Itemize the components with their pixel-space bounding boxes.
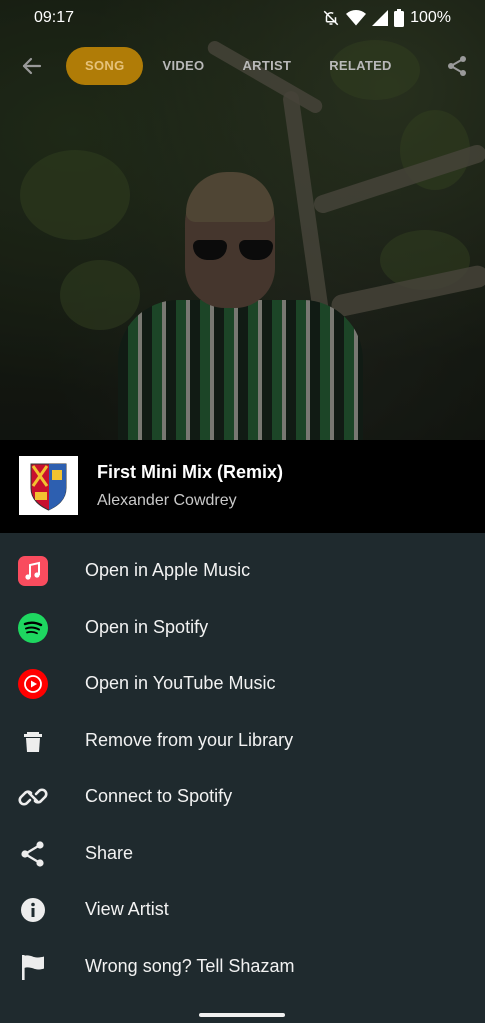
share-icon[interactable]	[445, 54, 469, 78]
notifications-off-icon	[322, 9, 340, 27]
menu-item-connect-spotify[interactable]: Connect to Spotify	[0, 769, 485, 825]
menu-item-remove-from-library[interactable]: Remove from your Library	[0, 713, 485, 769]
menu-item-view-artist[interactable]: View Artist	[0, 882, 485, 938]
tab-song[interactable]: SONG	[66, 47, 144, 85]
menu-item-wrong-song[interactable]: Wrong song? Tell Shazam	[0, 939, 485, 995]
wifi-icon	[346, 10, 367, 26]
trash-icon	[18, 726, 48, 756]
info-icon	[18, 895, 48, 925]
album-art-crest	[19, 456, 78, 515]
spotify-icon	[18, 613, 48, 643]
home-indicator[interactable]	[199, 1013, 285, 1017]
battery-icon	[394, 9, 405, 27]
link-icon	[18, 782, 48, 812]
battery-percent: 100%	[410, 9, 451, 26]
navigation-bar	[0, 1005, 485, 1023]
status-time: 09:17	[34, 9, 75, 26]
menu-item-open-apple-music[interactable]: Open in Apple Music	[0, 543, 485, 599]
tab-related[interactable]: RELATED	[310, 47, 411, 85]
tab-artist[interactable]: ARTIST	[223, 47, 310, 85]
menu-label: Share	[85, 843, 134, 863]
menu-item-open-youtube-music[interactable]: Open in YouTube Music	[0, 656, 485, 712]
apple-music-icon	[18, 556, 48, 586]
song-title: First Mini Mix (Remix)	[97, 462, 284, 482]
cellular-signal-icon	[372, 10, 389, 26]
song-actions-menu: Open in Apple Music Open in Spotify Open…	[0, 533, 485, 1005]
share-icon	[18, 839, 48, 869]
flag-icon	[18, 952, 48, 982]
menu-label: View Artist	[85, 899, 169, 919]
menu-label: Open in YouTube Music	[85, 673, 276, 693]
status-bar: 09:17 100%	[0, 0, 485, 36]
top-bar: SONG VIDEO ARTIST RELATED	[0, 46, 485, 86]
tab-video[interactable]: VIDEO	[143, 47, 223, 85]
song-artist[interactable]: Alexander Cowdrey	[97, 492, 237, 510]
menu-label: Open in Apple Music	[85, 560, 251, 580]
menu-item-open-spotify[interactable]: Open in Spotify	[0, 600, 485, 656]
menu-label: Connect to Spotify	[85, 786, 233, 806]
screen: 09:17 100% SONG VIDEO ARTIST RELATED Fir…	[0, 0, 485, 1023]
tab-bar: SONG VIDEO ARTIST RELATED	[66, 46, 411, 86]
menu-label: Wrong song? Tell Shazam	[85, 956, 295, 976]
youtube-music-icon	[18, 669, 48, 699]
arrow-back-icon[interactable]	[20, 54, 44, 78]
menu-item-share[interactable]: Share	[0, 826, 485, 882]
album-art	[19, 456, 78, 515]
menu-label: Open in Spotify	[85, 617, 209, 637]
song-header: First Mini Mix (Remix) Alexander Cowdrey	[0, 440, 485, 533]
menu-label: Remove from your Library	[85, 730, 294, 750]
